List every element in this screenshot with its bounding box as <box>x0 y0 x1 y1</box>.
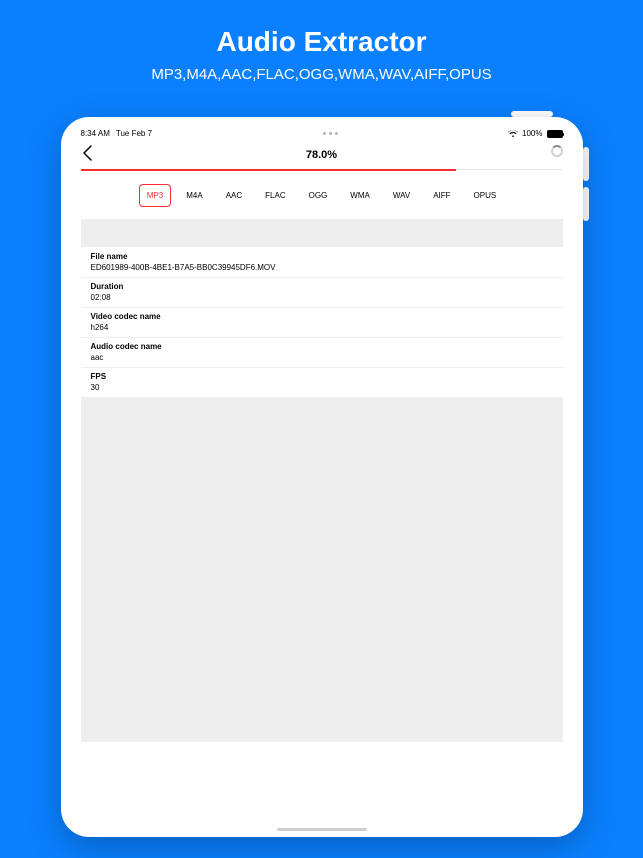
preview-empty-area <box>81 398 563 742</box>
tab-ogg[interactable]: OGG <box>301 184 336 207</box>
info-value: aac <box>91 353 553 362</box>
info-value: h264 <box>91 323 553 332</box>
battery-icon <box>547 130 563 138</box>
nav-title: 78.0% <box>75 149 569 161</box>
loading-spinner-icon <box>551 145 563 157</box>
info-header-strip <box>81 219 563 247</box>
info-value: ED601989-400B-4BE1-B7A5-BB0C39945DF6.MOV <box>91 263 553 272</box>
info-row-fps: FPS 30 <box>81 368 563 398</box>
status-date: Tue Feb 7 <box>116 129 152 138</box>
info-value: 02:08 <box>91 293 553 302</box>
info-label: Video codec name <box>91 312 553 321</box>
info-label: Audio codec name <box>91 342 553 351</box>
info-row-filename: File name ED601989-400B-4BE1-B7A5-BB0C39… <box>81 248 563 278</box>
promo-title: Audio Extractor <box>0 26 643 58</box>
tab-aac[interactable]: AAC <box>218 184 250 207</box>
status-time: 8:34 AM <box>81 129 110 138</box>
tab-flac[interactable]: FLAC <box>257 184 293 207</box>
tab-m4a[interactable]: M4A <box>178 184 210 207</box>
tab-mp3[interactable]: MP3 <box>139 184 171 207</box>
info-row-duration: Duration 02:08 <box>81 278 563 308</box>
tab-aiff[interactable]: AIFF <box>425 184 458 207</box>
tab-opus[interactable]: OPUS <box>466 184 505 207</box>
status-right: 100% <box>508 129 562 138</box>
info-value: 30 <box>91 383 553 392</box>
file-info-panel: File name ED601989-400B-4BE1-B7A5-BB0C39… <box>81 219 563 398</box>
promo-header: Audio Extractor MP3,M4A,AAC,FLAC,OGG,WMA… <box>0 0 643 83</box>
info-label: Duration <box>91 282 553 291</box>
info-label: File name <box>91 252 553 261</box>
wifi-icon <box>508 130 518 138</box>
status-left: 8:34 AM Tue Feb 7 <box>81 129 153 138</box>
app-screen: 8:34 AM Tue Feb 7 100% 78.0% MP3 M4A AAC <box>61 117 583 742</box>
tab-wma[interactable]: WMA <box>342 184 378 207</box>
device-frame: 8:34 AM Tue Feb 7 100% 78.0% MP3 M4A AAC <box>61 117 583 837</box>
tab-wav[interactable]: WAV <box>385 184 418 207</box>
info-row-audio-codec: Audio codec name aac <box>81 338 563 368</box>
home-indicator[interactable] <box>277 828 367 831</box>
info-label: FPS <box>91 372 553 381</box>
format-tabs: MP3 M4A AAC FLAC OGG WMA WAV AIFF OPUS <box>75 170 569 219</box>
info-row-video-codec: Video codec name h264 <box>81 308 563 338</box>
multitask-dots-icon <box>152 132 508 135</box>
device-volume-up <box>583 147 589 181</box>
promo-subtitle: MP3,M4A,AAC,FLAC,OGG,WMA,WAV,AIFF,OPUS <box>0 66 643 83</box>
battery-percent: 100% <box>522 129 542 138</box>
status-bar: 8:34 AM Tue Feb 7 100% <box>75 127 569 142</box>
device-volume-down <box>583 187 589 221</box>
nav-bar: 78.0% <box>75 142 569 170</box>
